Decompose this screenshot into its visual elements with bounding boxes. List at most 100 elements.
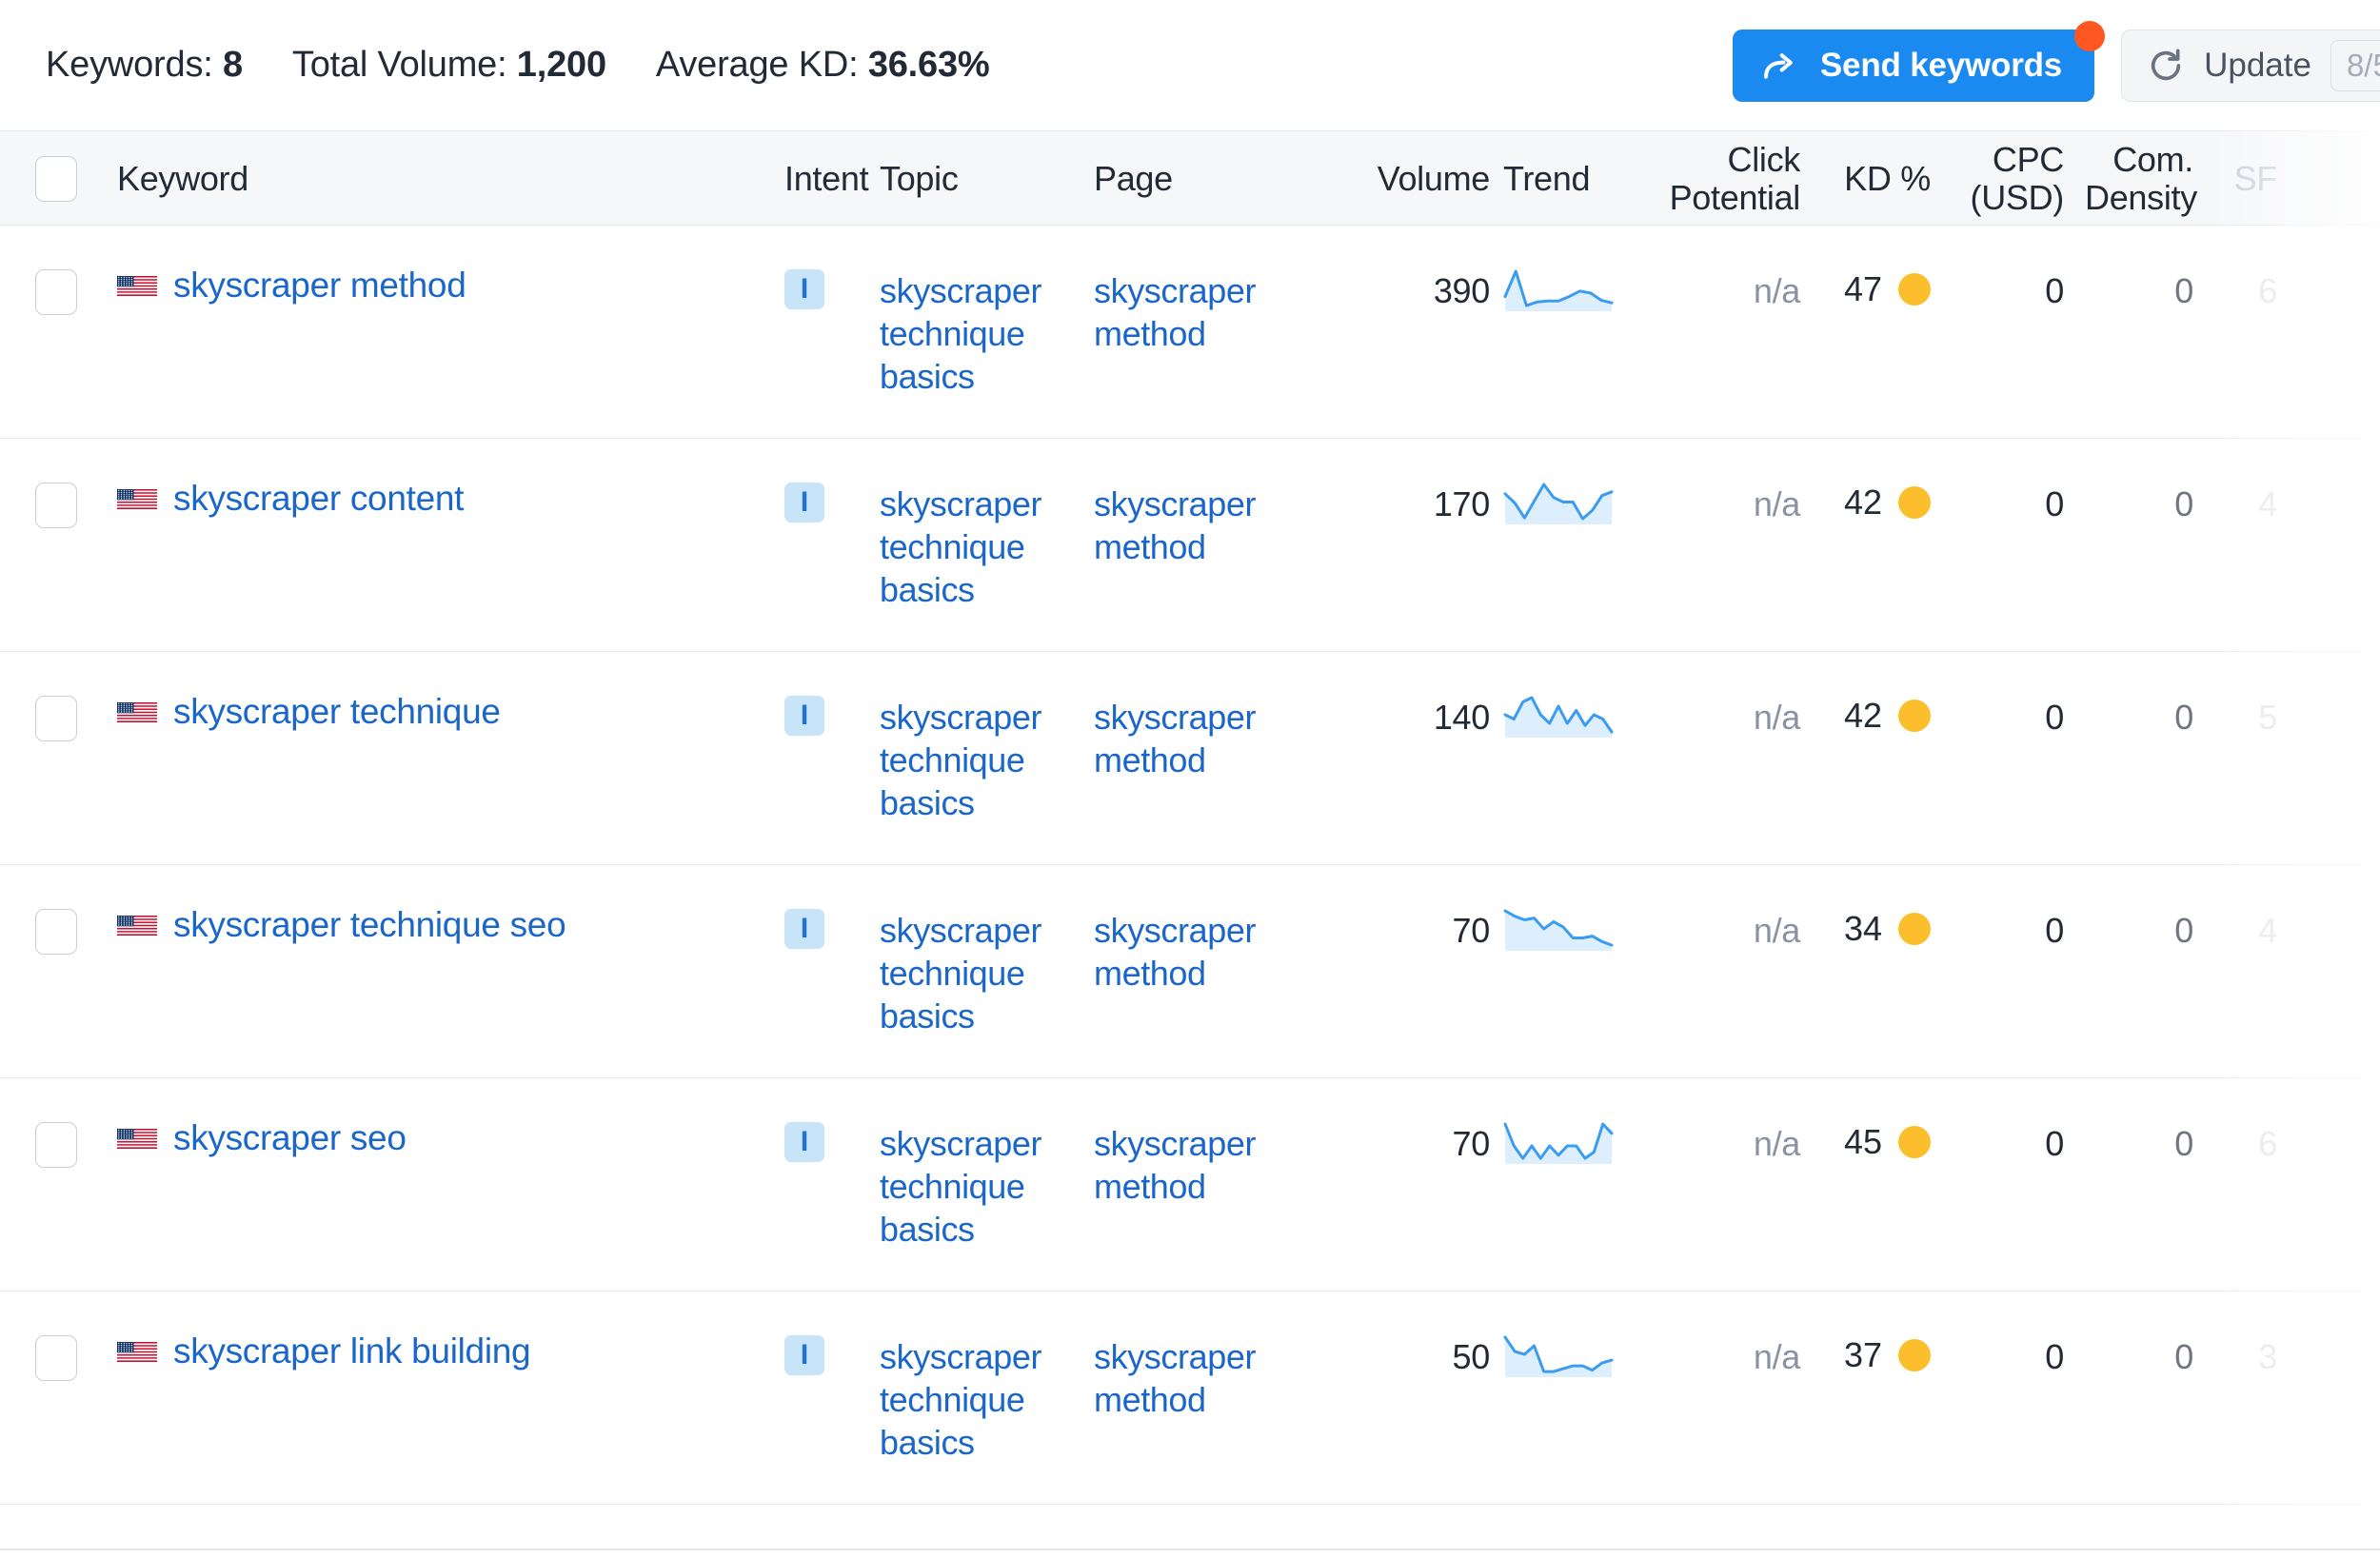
intent-cell: I — [784, 652, 880, 736]
page-link[interactable]: skyscraper method — [1094, 483, 1294, 568]
page-link[interactable]: skyscraper method — [1094, 909, 1294, 995]
table-row[interactable]: skyscraper method Iskyscraper technique b… — [0, 226, 2380, 439]
table-header: Keyword Intent Topic Page Volume Trend C… — [0, 130, 2380, 226]
update-label: Update — [2204, 46, 2311, 84]
table-row[interactable]: skyscraper technique Iskyscraper techniqu… — [0, 652, 2380, 865]
topic-link[interactable]: skyscraper technique basics — [880, 269, 1069, 398]
page-link[interactable]: skyscraper method — [1094, 1122, 1294, 1208]
page-link[interactable]: skyscraper method — [1094, 1335, 1294, 1421]
topic-link[interactable]: skyscraper technique basics — [880, 483, 1069, 611]
row-checkbox[interactable] — [35, 909, 77, 955]
volume-cell: 140 — [1319, 652, 1499, 739]
cpc-cell: 0 — [1952, 1078, 2085, 1165]
send-keywords-label: Send keywords — [1819, 46, 2063, 84]
header-intent[interactable]: Intent — [784, 159, 880, 198]
intent-badge[interactable]: I — [784, 696, 824, 736]
com-density-cell: 0 — [2085, 1292, 2218, 1378]
cpc-value: 0 — [2045, 698, 2064, 737]
sf-cell: 4 — [2218, 439, 2380, 525]
header-cpc[interactable]: CPC (USD) — [1952, 140, 2085, 218]
page-cell: skyscraper method — [1094, 226, 1319, 355]
table-row[interactable]: skyscraper seo Iskyscraper technique basi… — [0, 1078, 2380, 1292]
header-click-potential[interactable]: Click Potential — [1661, 139, 1814, 218]
cpc-value: 0 — [2045, 271, 2064, 310]
topic-link[interactable]: skyscraper technique basics — [880, 1122, 1069, 1251]
trend-cell — [1499, 226, 1661, 317]
kd-difficulty-dot — [1898, 700, 1931, 732]
header-volume[interactable]: Volume — [1319, 159, 1499, 198]
topic-cell: skyscraper technique basics — [880, 1078, 1094, 1251]
topic-cell: skyscraper technique basics — [880, 865, 1094, 1037]
keyword-link[interactable]: skyscraper seo — [173, 1118, 407, 1158]
click-potential-value: n/a — [1753, 698, 1800, 737]
page-link[interactable]: skyscraper method — [1094, 696, 1294, 781]
header-trend[interactable]: Trend — [1499, 159, 1661, 198]
intent-badge[interactable]: I — [784, 909, 824, 949]
header-click-line1: Click — [1727, 139, 1801, 179]
row-checkbox[interactable] — [35, 483, 77, 528]
topic-link[interactable]: skyscraper technique basics — [880, 1335, 1069, 1464]
click-potential-cell: n/a — [1661, 652, 1814, 739]
row-select-cell — [0, 226, 112, 315]
page-link[interactable]: skyscraper method — [1094, 269, 1294, 355]
trend-sparkline — [1503, 909, 1614, 951]
sf-value: 3 — [2258, 1337, 2277, 1376]
header-page[interactable]: Page — [1094, 159, 1319, 198]
keyword-link[interactable]: skyscraper method — [173, 266, 466, 306]
click-potential-value: n/a — [1753, 911, 1800, 950]
update-button[interactable]: Update 8/5, — [2121, 29, 2380, 102]
us-flag-icon — [117, 701, 157, 722]
table-row[interactable]: skyscraper technique seo Iskyscraper tech… — [0, 865, 2380, 1078]
com-density-value: 0 — [2174, 484, 2193, 523]
send-keywords-button[interactable]: Send keywords — [1732, 20, 2106, 102]
summary-stats: Keywords: 8 Total Volume: 1,200 Average … — [46, 45, 990, 86]
row-checkbox[interactable] — [35, 696, 77, 741]
sf-value: 4 — [2258, 911, 2277, 950]
cpc-value: 0 — [2045, 1124, 2064, 1163]
intent-badge[interactable]: I — [784, 1335, 824, 1375]
keyword-link[interactable]: skyscraper content — [173, 479, 464, 519]
header-kd[interactable]: KD % — [1814, 159, 1952, 198]
intent-badge[interactable]: I — [784, 1122, 824, 1162]
sf-cell: 6 — [2218, 1078, 2380, 1165]
header-topic[interactable]: Topic — [880, 159, 1094, 198]
keyword-link[interactable]: skyscraper technique seo — [173, 905, 566, 945]
topic-link[interactable]: skyscraper technique basics — [880, 909, 1069, 1037]
click-potential-value: n/a — [1753, 1337, 1800, 1376]
cpc-value: 0 — [2045, 1337, 2064, 1376]
header-keyword[interactable]: Keyword — [117, 159, 784, 198]
keyword-link[interactable]: skyscraper link building — [173, 1331, 531, 1371]
page-cell: skyscraper method — [1094, 439, 1319, 568]
keyword-link[interactable]: skyscraper technique — [173, 692, 501, 732]
volume-value: 50 — [1452, 1337, 1491, 1376]
header-com-density[interactable]: Com. Density — [2085, 140, 2218, 218]
kd-cell: 42 — [1814, 439, 1952, 523]
row-checkbox[interactable] — [35, 269, 77, 315]
intent-cell: I — [784, 1078, 880, 1162]
select-all-checkbox[interactable] — [35, 156, 77, 202]
table-row[interactable]: skyscraper link building Iskyscraper tech… — [0, 1292, 2380, 1505]
kd-cell: 42 — [1814, 652, 1952, 736]
trend-cell — [1499, 439, 1661, 530]
cpc-value: 0 — [2045, 484, 2064, 523]
header-sf[interactable]: SF — [2218, 159, 2380, 198]
kd-value: 34 — [1843, 909, 1882, 948]
keyword-cell: skyscraper seo — [112, 1078, 784, 1158]
average-kd-label: Average KD: — [655, 45, 859, 85]
cpc-cell: 0 — [1952, 226, 2085, 312]
kd-value: 42 — [1843, 696, 1882, 735]
volume-cell: 70 — [1319, 1078, 1499, 1165]
kd-value: 37 — [1843, 1335, 1882, 1374]
toolbar-actions: Send keywords Update 8/5, — [1732, 0, 2380, 130]
table-row[interactable]: skyscraper content Iskyscraper technique … — [0, 439, 2380, 652]
trend-sparkline — [1503, 1122, 1614, 1164]
intent-badge[interactable]: I — [784, 483, 824, 523]
row-checkbox[interactable] — [35, 1335, 77, 1381]
row-checkbox[interactable] — [35, 1122, 77, 1168]
intent-badge[interactable]: I — [784, 269, 824, 309]
volume-value: 140 — [1433, 698, 1490, 737]
com-density-value: 0 — [2174, 698, 2193, 737]
topic-link[interactable]: skyscraper technique basics — [880, 696, 1069, 824]
com-density-value: 0 — [2174, 1337, 2193, 1376]
row-select-cell — [0, 865, 112, 955]
